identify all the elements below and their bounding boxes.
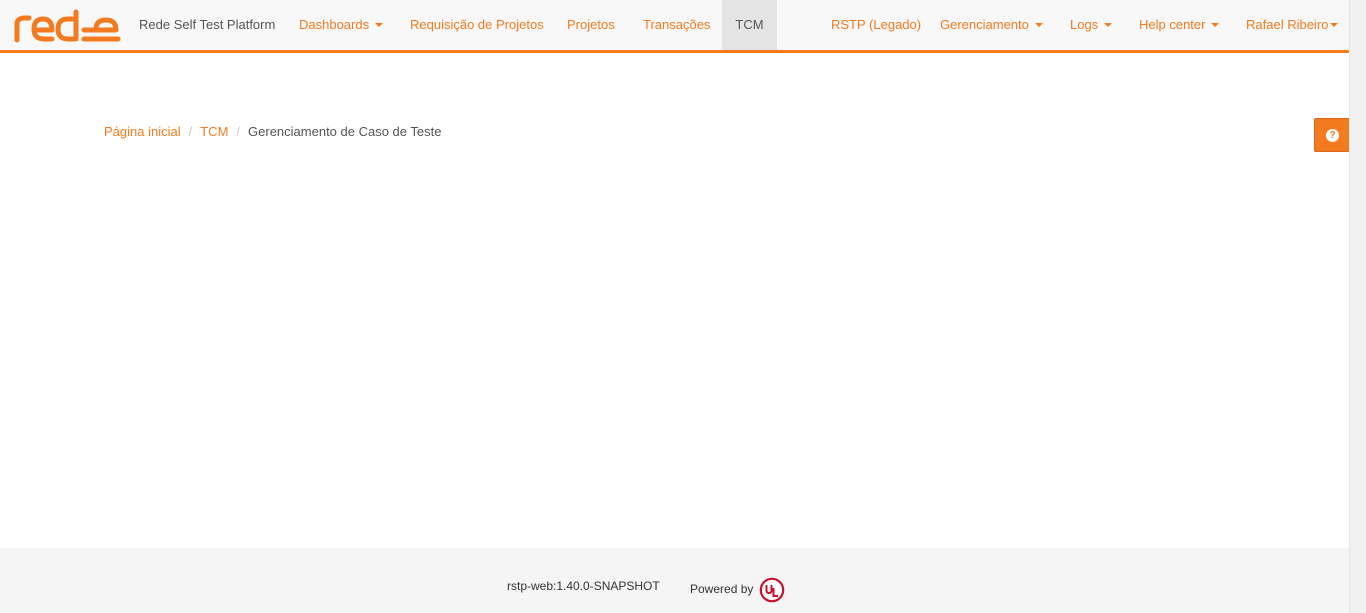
- rede-logo[interactable]: [12, 8, 122, 44]
- nav-transactions[interactable]: Transações: [643, 0, 710, 50]
- vertical-scrollbar[interactable]: [1349, 0, 1366, 613]
- breadcrumb-tcm[interactable]: TCM: [200, 124, 228, 139]
- nav-logs-dropdown[interactable]: Logs: [1070, 0, 1113, 50]
- caret-down-icon: [1034, 22, 1043, 27]
- breadcrumb-separator: /: [236, 124, 241, 139]
- help-button[interactable]: ?: [1314, 118, 1349, 152]
- nav-help-center-label: Help center: [1139, 17, 1206, 32]
- nav-app-name[interactable]: Rede Self Test Platform: [139, 0, 275, 50]
- caret-down-icon: [375, 22, 384, 27]
- nav-help-center-dropdown[interactable]: Help center: [1139, 0, 1220, 50]
- caret-down-icon: [1104, 22, 1113, 27]
- nav-project-requests[interactable]: Requisição de Projetos: [410, 0, 544, 50]
- nav-management-label: Gerenciamento: [940, 17, 1029, 32]
- footer: rstp-web:1.40.0-SNAPSHOT Powered by: [0, 548, 1349, 613]
- nav-logs-label: Logs: [1070, 17, 1099, 32]
- nav-dashboards-dropdown[interactable]: Dashboards: [299, 0, 384, 50]
- version-label: rstp-web:1.40.0-SNAPSHOT: [507, 579, 660, 593]
- breadcrumb-separator: /: [188, 124, 193, 139]
- nav-management-dropdown[interactable]: Gerenciamento: [940, 0, 1043, 50]
- powered-by-label: Powered by: [690, 582, 754, 596]
- caret-down-icon: [1330, 22, 1339, 27]
- nav-projects[interactable]: Projetos: [567, 0, 615, 50]
- question-circle-icon: ?: [1326, 129, 1339, 142]
- nav-user-label: Rafael Ribeiro: [1246, 17, 1329, 32]
- page: Rede Self Test Platform Dashboards Requi…: [0, 0, 1366, 613]
- nav-legacy[interactable]: RSTP (Legado): [831, 0, 921, 50]
- nav-user-dropdown[interactable]: Rafael Ribeiro: [1246, 0, 1339, 50]
- breadcrumb-current: Gerenciamento de Caso de Teste: [248, 124, 442, 139]
- top-navbar: Rede Self Test Platform Dashboards Requi…: [0, 0, 1349, 53]
- caret-down-icon: [1211, 22, 1220, 27]
- nav-tcm[interactable]: TCM: [722, 0, 777, 50]
- main-content: Rede Self Test Platform Dashboards Requi…: [0, 0, 1349, 613]
- ul-logo: [759, 577, 785, 603]
- nav-dashboards-label: Dashboards: [299, 17, 370, 32]
- breadcrumb-home[interactable]: Página inicial: [104, 124, 181, 139]
- breadcrumb: Página inicial / TCM / Gerenciamento de Caso…: [104, 123, 441, 141]
